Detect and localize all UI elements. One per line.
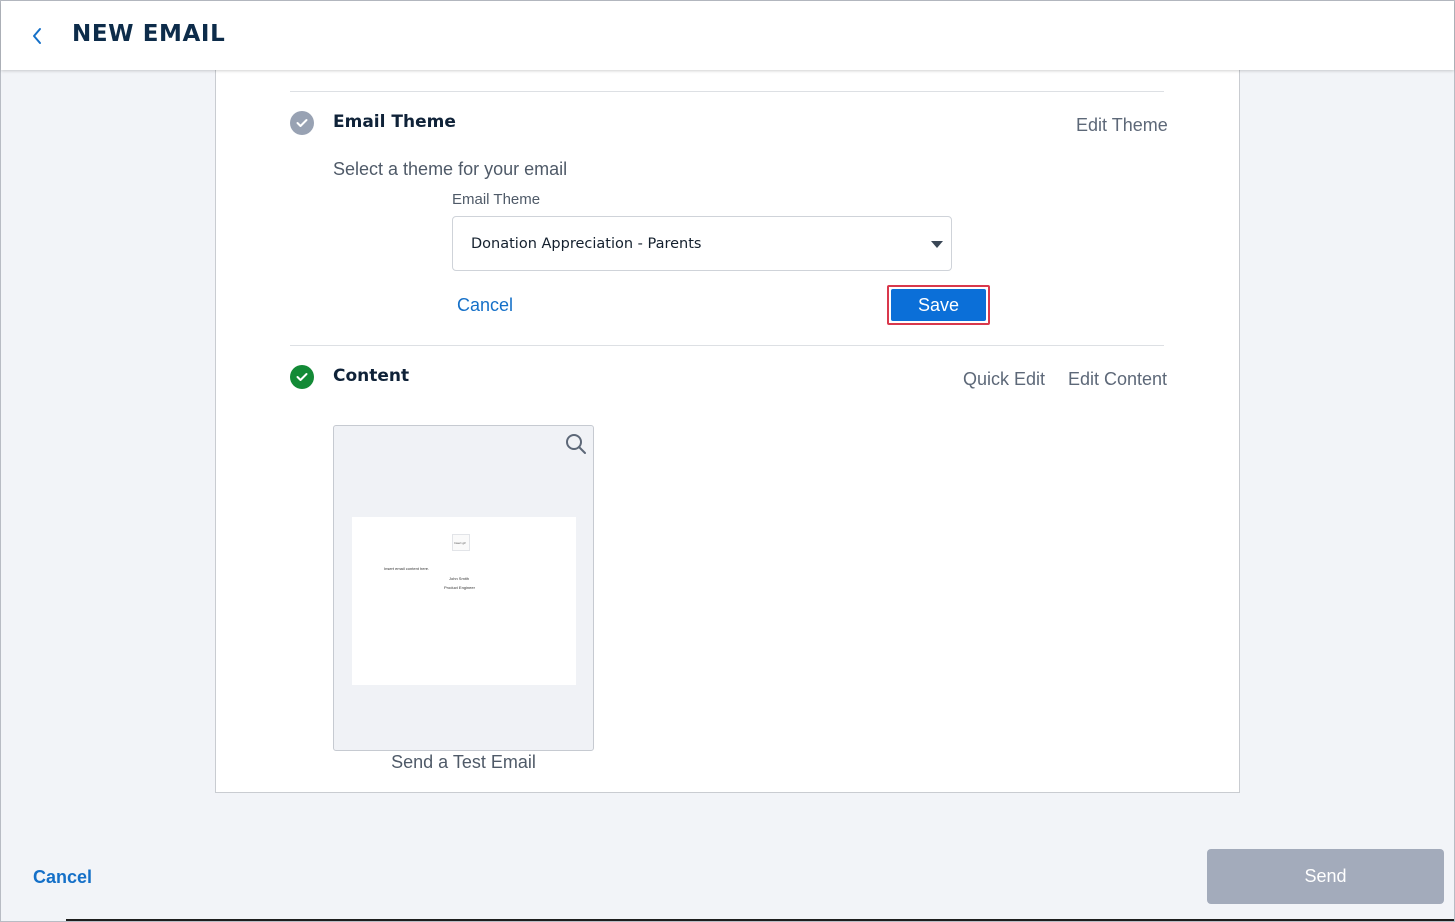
preview-signature-title: Product Engineer [444,585,475,590]
theme-cancel-link[interactable]: Cancel [457,295,513,316]
image-placeholder-label: Insert gif [454,541,466,545]
edit-content-link[interactable]: Edit Content [1068,369,1167,390]
image-placeholder-icon: Insert gif [452,534,470,551]
check-icon [296,373,308,381]
preview-body-text: Insert email content here. [384,566,430,571]
theme-step-status [290,111,314,135]
edit-theme-link[interactable]: Edit Theme [1076,115,1168,136]
email-theme-field-label: Email Theme [452,191,541,208]
step-divider [290,345,1164,346]
caret-down-icon [931,241,943,248]
check-icon [296,119,308,127]
step-divider [290,91,1164,92]
content-step-title: Content [333,366,410,386]
content-step-status [290,365,314,389]
page-title: NEW EMAIL [72,21,226,47]
footer-cancel-link[interactable]: Cancel [33,867,92,888]
save-button-highlight: Save [887,285,990,325]
send-test-email-link[interactable]: Send a Test Email [333,752,594,773]
send-button[interactable]: Send [1207,849,1444,904]
theme-step-subtitle: Select a theme for your email [333,159,568,179]
theme-step-title: Email Theme [333,112,456,132]
search-icon [566,434,586,454]
quick-edit-link[interactable]: Quick Edit [963,369,1045,390]
email-preview-thumbnail: Insert gif Insert email content here. Jo… [352,517,576,685]
preview-signature-name: John Smith [449,576,470,581]
save-button[interactable]: Save [891,289,986,321]
page-header: NEW EMAIL [1,1,1454,70]
chevron-left-icon [33,28,41,44]
email-theme-select[interactable]: Donation Appreciation - Parents [452,216,952,271]
email-theme-selected-value: Donation Appreciation - Parents [471,236,702,252]
back-button[interactable] [23,21,51,51]
preview-zoom-button[interactable] [564,432,588,456]
